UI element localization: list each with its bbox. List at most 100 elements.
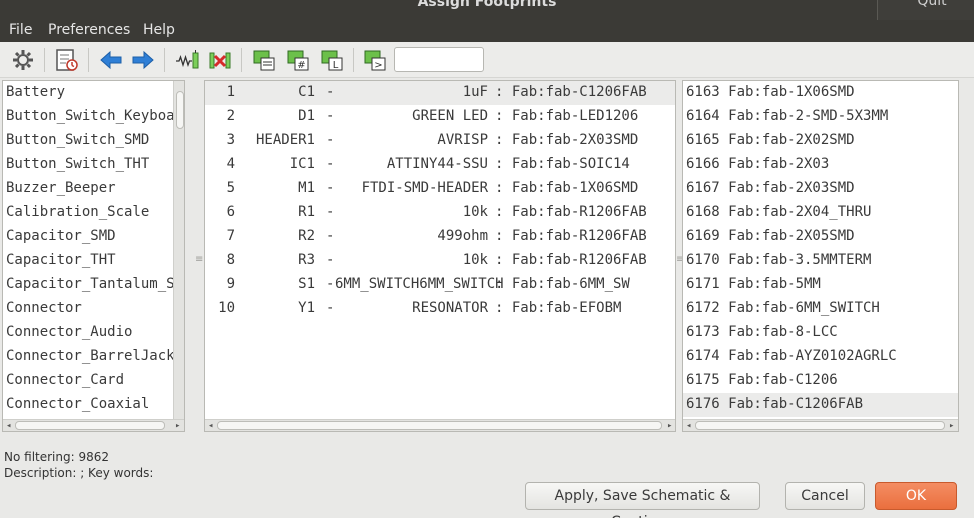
component-row[interactable]: 7 R2- 499ohm: Fab:fab-R1206FAB [205, 225, 675, 249]
component-number: 5 [226, 180, 235, 196]
component-footprint: : Fab:fab-LED1206 [495, 108, 639, 124]
component-value: AVRISP [437, 132, 488, 148]
component-row[interactable]: 8 R3- 10k: Fab:fab-R1206FAB [205, 249, 675, 273]
scroll-right-arrow-icon[interactable]: ▸ [949, 421, 954, 431]
filter-keywords-icon[interactable] [251, 47, 277, 73]
footprint-item[interactable]: 6166 Fab:fab-2X03 [683, 153, 958, 177]
scroll-right-arrow-icon[interactable]: ▸ [175, 421, 180, 431]
footprint-item[interactable]: 6173 Fab:fab-8-LCC [683, 321, 958, 345]
footprints-list[interactable]: 6163 Fab:fab-1X06SMD 6164 Fab:fab-2-SMD-5… [682, 80, 959, 432]
library-item[interactable]: Connector_Coaxial [3, 393, 184, 417]
component-reference: Y1 [298, 300, 315, 316]
components-horizontal-scrollbar[interactable]: ◂ ▸ [205, 419, 675, 431]
component-value: 10k [462, 204, 488, 220]
libraries-horizontal-scrollbar[interactable]: ◂ ▸ [3, 419, 184, 431]
component-row[interactable]: 2 D1- GREEN LED: Fab:fab-LED1206 [205, 105, 675, 129]
cancel-button[interactable]: Cancel [785, 482, 865, 510]
footprint-item[interactable]: 6171 Fab:fab-5MM [683, 273, 958, 297]
component-number: 4 [226, 156, 235, 172]
arrow-right-icon[interactable] [130, 47, 156, 73]
library-item[interactable]: Button_Switch_THT [3, 153, 184, 177]
component-number: 7 [226, 228, 235, 244]
ok-button[interactable]: OK [875, 482, 957, 510]
library-item[interactable]: Buzzer_Beeper [3, 177, 184, 201]
window-title: Assign Footprints [417, 0, 557, 10]
libraries-list[interactable]: Battery Button_Switch_Keyboa Button_Switch… [2, 80, 185, 432]
filter-text-input[interactable] [394, 47, 484, 72]
footprint-item[interactable]: 6174 Fab:fab-AYZ0102AGRLC [683, 345, 958, 369]
splitter-grip-icon[interactable]: ≡ [195, 254, 203, 265]
library-item[interactable]: Capacitor_Tantalum_S [3, 273, 184, 297]
scrollbar-thumb[interactable] [176, 91, 184, 129]
library-list-icon[interactable] [54, 47, 80, 73]
scroll-right-arrow-icon[interactable]: ▸ [667, 421, 672, 431]
filter-library-icon[interactable]: L [319, 47, 345, 73]
component-row[interactable]: 10 Y1- RESONATOR: Fab:fab-EFOBM [205, 297, 675, 321]
component-row[interactable]: 6 R1- 10k: Fab:fab-R1206FAB [205, 201, 675, 225]
library-item[interactable]: Calibration_Scale [3, 201, 184, 225]
footprint-item[interactable]: 6167 Fab:fab-2X03SMD [683, 177, 958, 201]
component-footprint: : Fab:fab-R1206FAB [495, 228, 647, 244]
footprint-item[interactable]: 6169 Fab:fab-2X05SMD [683, 225, 958, 249]
library-item[interactable]: Capacitor_SMD [3, 225, 184, 249]
arrow-left-icon[interactable] [98, 47, 124, 73]
library-item[interactable]: Button_Switch_SMD [3, 129, 184, 153]
footprint-item[interactable]: 6172 Fab:fab-6MM_SWITCH [683, 297, 958, 321]
apply-save-continue-button[interactable]: Apply, Save Schematic & Continue [525, 482, 760, 518]
footprint-item[interactable]: 6170 Fab:fab-3.5MMTERM [683, 249, 958, 273]
footprint-item[interactable]: 6176 Fab:fab-C1206FAB [683, 393, 958, 417]
gear-icon[interactable] [10, 47, 36, 73]
component-row[interactable]: 3 HEADER1- AVRISP : Fab:fab-2X03SMD [205, 129, 675, 153]
component-separator: - [326, 204, 335, 220]
scroll-left-arrow-icon[interactable]: ◂ [6, 421, 11, 431]
footprint-item[interactable]: 6175 Fab:fab-C1206 [683, 369, 958, 393]
footprint-item[interactable]: 6168 Fab:fab-2X04_THRU [683, 201, 958, 225]
svg-text:>: > [374, 60, 382, 71]
library-item[interactable]: Connector_Audio [3, 321, 184, 345]
footprint-item[interactable]: 6164 Fab:fab-2-SMD-5X3MM [683, 105, 958, 129]
component-value: RESONATOR [412, 300, 488, 316]
library-item[interactable]: Connector_Card [3, 369, 184, 393]
menu-preferences[interactable]: Preferences [48, 22, 130, 38]
component-footprint: : Fab:fab-1X06SMD [495, 180, 639, 196]
component-reference: D1 [298, 108, 315, 124]
menu-bar: File Preferences Help [0, 20, 974, 42]
component-row[interactable]: 5 M1- FTDI-SMD-HEADER: Fab:fab-1X06SMD [205, 177, 675, 201]
component-reference: HEADER1 [255, 132, 315, 148]
scrollbar-thumb[interactable] [15, 421, 165, 430]
quit-label: Quit [917, 0, 947, 9]
components-list[interactable]: 1 C1-1uF: Fab:fab-C1206FAB 2 D1- GREEN LED: … [204, 80, 676, 432]
filter-text-icon[interactable]: > [362, 47, 388, 73]
component-value: GREEN LED [412, 108, 488, 124]
component-row[interactable]: 4 IC1- ATTINY44-SSU: Fab:fab-SOIC14 [205, 153, 675, 177]
footprints-horizontal-scrollbar[interactable]: ◂ ▸ [683, 419, 958, 431]
delete-association-icon[interactable] [207, 47, 233, 73]
filter-pin-count-icon[interactable]: # [285, 47, 311, 73]
filter-status: No filtering: 9862 [4, 450, 109, 464]
menu-help[interactable]: Help [143, 22, 175, 38]
scroll-left-arrow-icon[interactable]: ◂ [208, 421, 213, 431]
component-value: FTDI-SMD-HEADER [361, 180, 488, 196]
library-item[interactable]: Button_Switch_Keyboa [3, 105, 184, 129]
libraries-vertical-scrollbar[interactable] [173, 81, 184, 419]
component-value: 499ohm [437, 228, 488, 244]
scrollbar-thumb[interactable] [217, 421, 662, 430]
auto-associate-icon[interactable] [174, 47, 200, 73]
component-number: 3 [226, 132, 235, 148]
library-item[interactable]: Capacitor_THT [3, 249, 184, 273]
component-footprint: : Fab:fab-2X03SMD [495, 132, 639, 148]
component-number: 10 [218, 300, 235, 316]
scrollbar-thumb[interactable] [695, 421, 945, 430]
menu-file[interactable]: File [9, 22, 32, 38]
component-footprint: : Fab:fab-R1206FAB [495, 252, 647, 268]
scroll-left-arrow-icon[interactable]: ◂ [686, 421, 691, 431]
footprint-item[interactable]: 6165 Fab:fab-2X02SMD [683, 129, 958, 153]
component-row[interactable]: 1 C1- 1uF: Fab:fab-C1206FAB [205, 81, 675, 105]
component-value: 6MM_SWITCH6MM_SWITCH [335, 276, 504, 292]
library-item[interactable]: Connector [3, 297, 184, 321]
component-separator: - [326, 132, 335, 148]
footprint-item[interactable]: 6163 Fab:fab-1X06SMD [683, 81, 958, 105]
library-item[interactable]: Connector_BarrelJack [3, 345, 184, 369]
component-row[interactable]: 9 S1-6MM_SWITCH6MM_SWITCH: Fab:fab-6MM_SW [205, 273, 675, 297]
library-item[interactable]: Battery [3, 81, 184, 105]
